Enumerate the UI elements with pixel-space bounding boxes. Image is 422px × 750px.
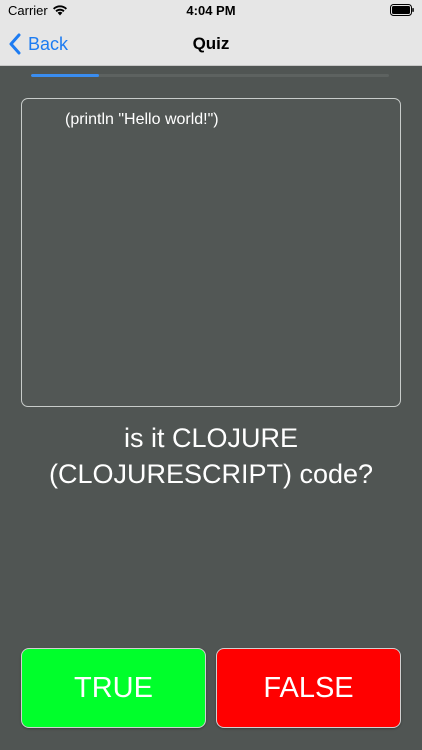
quiz-progress-bar (31, 74, 389, 77)
code-snippet-text: (println "Hello world!") (65, 111, 219, 128)
question-text: is it CLOJURE (CLOJURESCRIPT) code? (10, 420, 412, 492)
false-button[interactable]: FALSE (216, 648, 401, 728)
true-button-label: TRUE (74, 671, 153, 704)
code-snippet-box: (println "Hello world!") (21, 98, 401, 407)
status-bar: Carrier 4:04 PM (0, 0, 422, 22)
status-time: 4:04 PM (186, 3, 236, 18)
true-button[interactable]: TRUE (21, 648, 206, 728)
battery-icon (390, 4, 414, 16)
navigation-bar: Back Quiz (0, 22, 422, 66)
question-line-2: (CLOJURESCRIPT) code? (48, 459, 374, 489)
page-title: Quiz (192, 34, 230, 53)
quiz-progress-fill (31, 74, 100, 77)
false-button-label: FALSE (263, 671, 354, 704)
question-line-1: is it CLOJURE (123, 423, 299, 453)
